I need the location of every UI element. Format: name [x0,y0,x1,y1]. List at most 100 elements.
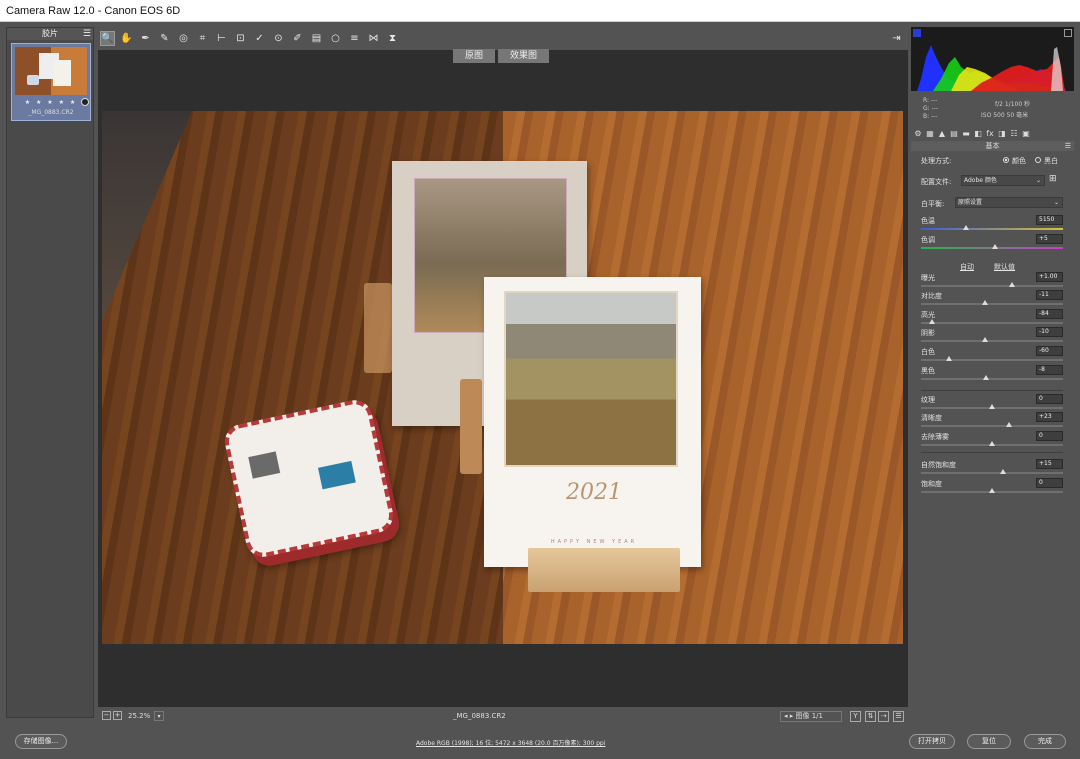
zoom-in-button[interactable]: + [113,711,122,720]
effects-tab-icon[interactable]: fx [985,129,995,138]
color-sampler-icon[interactable]: ✎ [157,31,172,46]
target-adjust-icon[interactable]: ◎ [176,31,191,46]
menu-icon[interactable]: ☰ [83,28,91,40]
detail-tab-icon[interactable]: ▲ [937,129,947,138]
slider-value-field[interactable]: +5 [1036,234,1063,244]
after-label[interactable]: 效果图 [498,49,550,63]
red-eye-icon[interactable]: ⊙ [271,31,286,46]
slider-value-field[interactable]: +1.00 [1036,272,1063,282]
filmstrip-thumbnail[interactable]: ★ ★ ★ ★ ★ _MG_0883.CR2 [11,43,91,121]
slider-thumb[interactable] [991,244,998,249]
spot-removal-icon[interactable]: ✓ [252,31,267,46]
split-toning-tab-icon[interactable]: ▬ [961,129,971,138]
copy-settings-icon[interactable]: ⇢ [878,711,889,722]
profile-dropdown[interactable]: Adobe 颜色 ⌄ [961,175,1045,186]
snapshots-tab-icon[interactable]: ▣ [1021,129,1031,138]
slider-value-field[interactable]: -8 [1036,365,1063,375]
done-button[interactable]: 完成 [1024,734,1066,749]
swap-settings-icon[interactable]: ⇅ [865,711,876,722]
default-button[interactable]: 默认值 [994,262,1015,272]
slider-value-field[interactable]: +15 [1036,459,1063,469]
slider-track[interactable] [921,337,1063,342]
zoom-icon[interactable]: 🔍 [100,31,115,46]
treatment-color-radio[interactable] [1003,157,1009,163]
slider-value-field[interactable]: 0 [1036,478,1063,488]
crop-icon[interactable]: ⌗ [195,31,210,46]
radial-filter-icon[interactable]: ○ [328,31,343,46]
slider-track[interactable] [921,319,1063,324]
slider-value-field[interactable]: -11 [1036,290,1063,300]
slider-thumb[interactable] [929,319,936,324]
highlight-clipping-warning-icon[interactable] [1064,29,1072,37]
hsl-tab-icon[interactable]: ▤ [949,129,959,138]
slider-thumb[interactable] [963,225,970,230]
graduated-filter-icon[interactable]: ▤ [309,31,324,46]
slider-track[interactable] [921,488,1063,493]
treatment-label: 处理方式: [921,157,952,165]
zoom-dropdown[interactable]: ▾ [154,711,164,721]
slider-thumb[interactable] [981,300,988,305]
slider-thumb[interactable] [989,441,995,446]
slider-value-field[interactable]: 0 [1036,394,1063,404]
slider-track[interactable] [921,244,1063,249]
tin-stamp [248,451,281,479]
slider-track[interactable] [921,300,1063,305]
rotate-ccw-icon[interactable]: ⋈ [366,31,381,46]
transform-icon[interactable]: ⊡ [233,31,248,46]
slider-thumb[interactable] [981,337,988,342]
filmstrip-panel: 胶片 ☰ ★ ★ ★ ★ ★ _MG_0883.CR2 [6,27,94,718]
slider-value-field[interactable]: 0 [1036,431,1063,441]
zoom-out-button[interactable]: − [102,711,111,720]
calibration-tab-icon[interactable]: ◨ [997,129,1007,138]
slider-value-field[interactable]: +23 [1036,412,1063,422]
slider-thumb[interactable] [1000,469,1007,474]
hand-icon[interactable]: ✋ [119,31,134,46]
toggle-settings-icon[interactable]: ☰ [893,711,904,722]
slider-track[interactable] [921,404,1063,409]
rotate-cw-icon[interactable]: ⧗ [385,31,400,46]
slider-thumb[interactable] [1006,422,1013,427]
save-image-button[interactable]: 存储图像... [15,734,67,749]
adjustment-brush-icon[interactable]: ✐ [290,31,305,46]
slider-track[interactable] [921,356,1063,361]
profile-browser-icon[interactable]: ⊞ [1049,174,1057,184]
rating-stars[interactable]: ★ ★ ★ ★ ★ [15,99,87,106]
slider-thumb[interactable] [946,356,953,361]
slider-thumb[interactable] [989,488,995,493]
straighten-icon[interactable]: ⊢ [214,31,229,46]
image-navigator[interactable]: ◂ ▸ 图像 1/1 [780,711,842,722]
slider-track[interactable] [921,225,1063,230]
before-label[interactable]: 原图 [453,49,496,63]
white-balance-icon[interactable]: ✒ [138,31,153,46]
slider-track[interactable] [921,375,1063,380]
open-copy-button[interactable]: 打开拷贝 [909,734,955,749]
workflow-options-link[interactable]: Adobe RGB (1998); 16 位; 5472 x 3648 (20.… [416,738,605,747]
slider-track[interactable] [921,422,1063,427]
slider-track[interactable] [921,441,1063,446]
treatment-color-label: 颜色 [1012,157,1026,165]
slider-thumb[interactable] [983,375,990,380]
preview-image[interactable]: 2021 HAPPY NEW YEAR [102,111,903,644]
white-balance-dropdown[interactable]: 原照设置 ⌄ [955,197,1063,208]
presets-tab-icon[interactable]: ☷ [1009,129,1019,138]
slider-value-field[interactable]: -10 [1036,327,1063,337]
before-after-view-icon[interactable]: Y [850,711,861,722]
basic-tab-icon[interactable]: ⚙ [913,129,923,138]
slider-value-field[interactable]: -84 [1036,309,1063,319]
menu-icon[interactable]: ☰ [1065,141,1071,151]
lens-tab-icon[interactable]: ◧ [973,129,983,138]
presets-icon[interactable]: ≡ [347,31,362,46]
shadow-clipping-warning-icon[interactable] [913,29,921,37]
slider-thumb[interactable] [1008,282,1015,287]
slider-track[interactable] [921,282,1063,287]
slider-track[interactable] [921,469,1063,474]
slider-thumb[interactable] [989,404,995,409]
open-preferences-icon[interactable]: ⇥ [889,31,904,46]
auto-button[interactable]: 自动 [960,262,974,272]
window-title: Camera Raw 12.0 - Canon EOS 6D [0,0,1080,22]
slider-value-field[interactable]: -60 [1036,346,1063,356]
reset-button[interactable]: 复位 [967,734,1011,749]
treatment-bw-radio[interactable] [1035,157,1041,163]
tone-curve-tab-icon[interactable]: ▦ [925,129,935,138]
slider-value-field[interactable]: 5150 [1036,215,1063,225]
